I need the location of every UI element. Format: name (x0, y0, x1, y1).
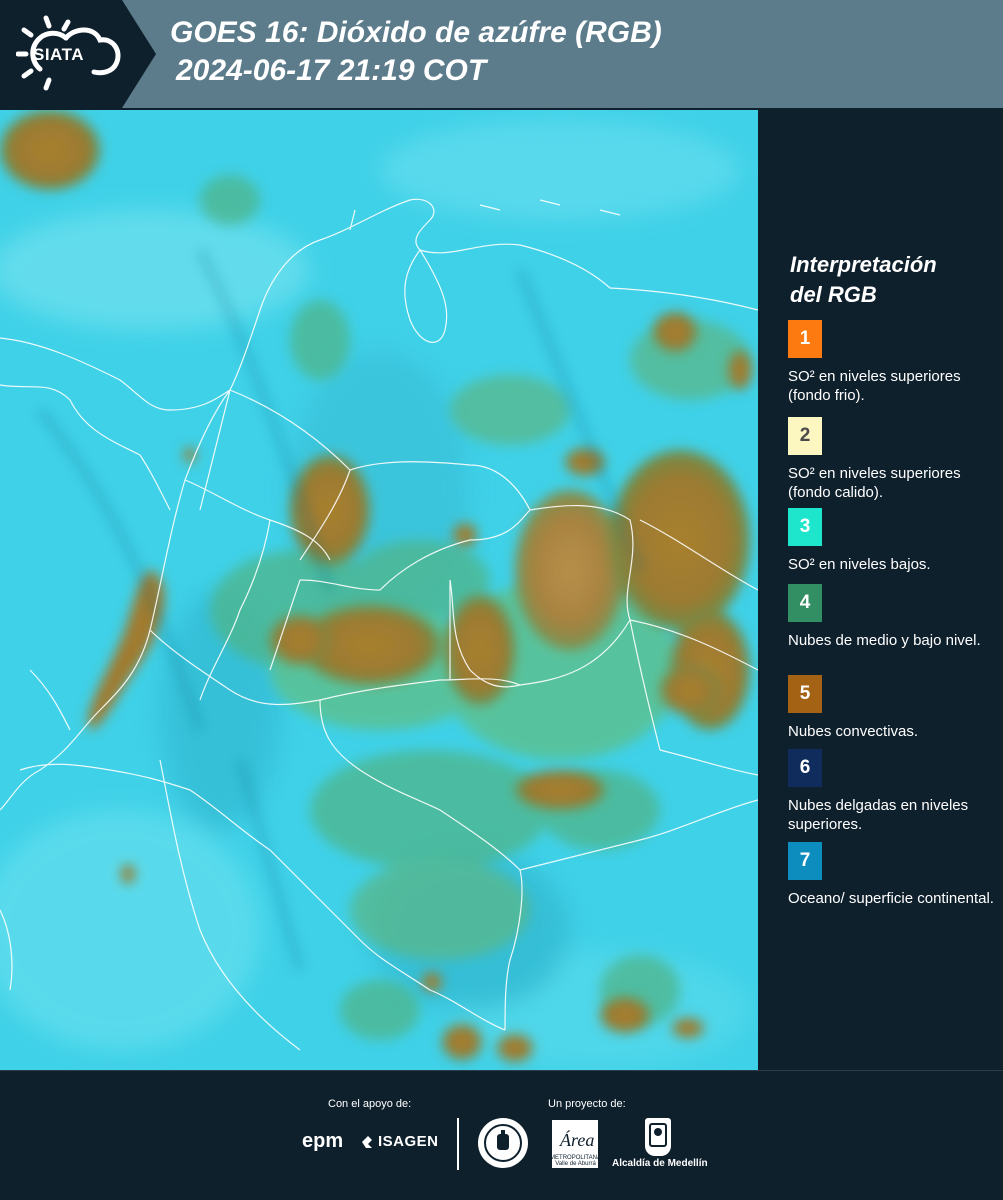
logo-text: SIATA (33, 45, 84, 64)
legend-swatch-5: 5 (788, 675, 822, 713)
footer: Con el apoyo de: Un proyecto de: epm ISA… (0, 1070, 1003, 1200)
footer-divider (0, 1070, 1003, 1071)
alcaldia-text: Alcaldía de Medellín (612, 1158, 708, 1169)
page-title: GOES 16: Dióxido de azúfre (RGB) (170, 16, 662, 49)
legend-text-1: SO² en niveles superiores (fondo frio). (788, 368, 961, 404)
satellite-map[interactable] (0, 110, 758, 1070)
legend-title-line1: Interpretación (790, 252, 937, 277)
project-label: Un proyecto de: (548, 1098, 626, 1110)
legend-swatch-4: 4 (788, 584, 822, 622)
seal-emblem-icon (497, 1130, 509, 1150)
legend-item-6: 6 Nubes delgadas en niveles superiores. (788, 749, 998, 834)
legend-item-3: 3 SO² en niveles bajos. (788, 508, 998, 574)
legend-text-6: Nubes delgadas en niveles superiores. (788, 797, 969, 833)
legend-swatch-1: 1 (788, 320, 822, 358)
legend-text-4: Nubes de medio y bajo nivel. (788, 632, 981, 649)
legend-item-2: 2 SO² en niveles superiores (fondo calid… (788, 417, 998, 502)
legend-item-4: 4 Nubes de medio y bajo nivel. (788, 584, 998, 650)
seal-inner (484, 1124, 522, 1162)
satellite-image (0, 110, 758, 1070)
header: SIATA GOES 16: Dióxido de azúfre (RGB) 2… (0, 0, 1003, 108)
epm-logo: epm (302, 1130, 344, 1152)
legend-item-7: 7 Oceano/ superficie continental. (788, 842, 998, 908)
legend-swatch-6: 6 (788, 749, 822, 787)
footer-vertical-divider (457, 1118, 459, 1170)
legend-panel: Interpretación del RGB 1 SO² en niveles … (760, 110, 1003, 1070)
area-metropolitana-icon: Área (559, 1129, 594, 1150)
legend-text-3: SO² en niveles bajos. (788, 556, 931, 573)
legend-text-5: Nubes convectivas. (788, 723, 919, 740)
timestamp: 2024-06-17 21:19 COT (176, 54, 487, 87)
legend-text-2: SO² en niveles superiores (fondo calido)… (788, 465, 961, 501)
isagen-mark-icon (362, 1136, 372, 1148)
legend-item-5: 5 Nubes convectivas. (788, 675, 998, 741)
legend-swatch-7: 7 (788, 842, 822, 880)
medellin-seal-icon (478, 1118, 528, 1168)
legend-swatch-2: 2 (788, 417, 822, 455)
legend-title: Interpretación del RGB (790, 250, 990, 310)
area-caption: METROPOLITANA Valle de Aburrá (550, 1155, 601, 1167)
legend-item-1: 1 SO² en niveles superiores (fondo frio)… (788, 320, 998, 405)
legend-text-7: Oceano/ superficie continental. (788, 890, 994, 907)
legend-swatch-3: 3 (788, 508, 822, 546)
support-label: Con el apoyo de: (328, 1098, 412, 1110)
legend-title-line2: del RGB (790, 282, 877, 307)
isagen-logo: ISAGEN (378, 1133, 439, 1150)
alcaldia-crest-icon (645, 1118, 671, 1156)
area-script-text: Área (559, 1129, 594, 1150)
crest-emblem-icon (649, 1123, 667, 1147)
